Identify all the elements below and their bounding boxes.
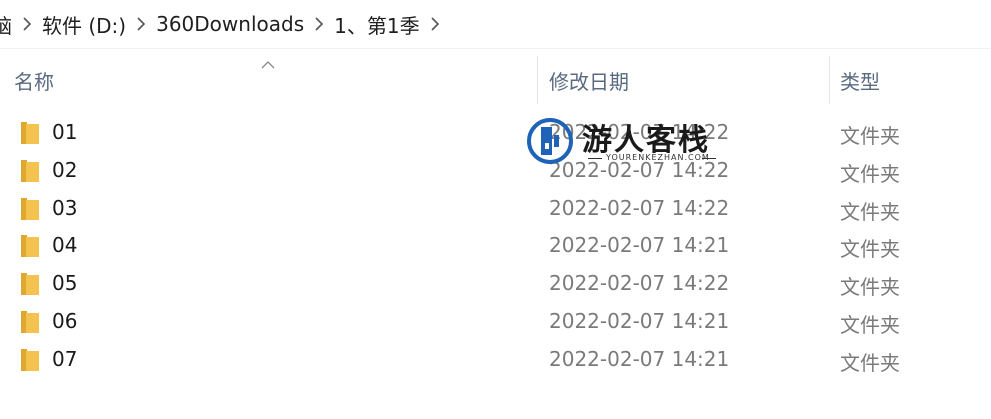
folder-icon: [21, 273, 39, 296]
sort-ascending-icon: [261, 54, 275, 73]
folder-icon: [21, 197, 39, 220]
watermark-rule: [588, 158, 602, 159]
modified-date: 2022-02-07 14:21: [549, 308, 730, 333]
file-name[interactable]: 02: [52, 158, 77, 182]
breadcrumb: 脑 软件 (D:) 360Downloads 1、第1季: [0, 0, 991, 49]
table-row[interactable]: 05 2022-02-07 14:22 文件夹: [0, 265, 991, 303]
file-name[interactable]: 03: [52, 196, 77, 220]
file-type: 文件夹: [840, 237, 900, 262]
table-row[interactable]: 06 2022-02-07 14:21 文件夹: [0, 303, 991, 341]
chevron-right-icon[interactable]: [308, 17, 330, 31]
file-type: 文件夹: [840, 275, 900, 300]
column-header-type[interactable]: 类型: [840, 66, 880, 95]
folder-icon: [21, 310, 39, 333]
table-row[interactable]: 02 2022-02-07 14:22 文件夹: [0, 152, 991, 190]
file-type: 文件夹: [840, 350, 900, 375]
column-header-name[interactable]: 名称: [14, 66, 54, 95]
file-type: 文件夹: [840, 124, 900, 148]
file-type: 文件夹: [840, 199, 900, 224]
file-name[interactable]: 04: [52, 233, 77, 257]
file-type: 文件夹: [840, 161, 900, 186]
breadcrumb-item-folder[interactable]: 360Downloads: [152, 10, 308, 38]
file-list: 01 2022-02-07 14:22 文件夹 02 2022-02-07 14…: [0, 114, 991, 379]
file-name[interactable]: 07: [52, 347, 77, 371]
column-divider[interactable]: [537, 56, 538, 104]
table-row[interactable]: 07 2022-02-07 14:21 文件夹: [0, 341, 991, 379]
modified-date: 2022-02-07 14:22: [549, 195, 730, 220]
file-explorer-window: 脑 软件 (D:) 360Downloads 1、第1季 名称 修改日期 类型: [0, 0, 991, 419]
watermark-logo-icon: [527, 118, 573, 164]
chevron-right-icon[interactable]: [424, 17, 446, 31]
modified-date: 2022-02-07 14:22: [549, 271, 730, 296]
breadcrumb-item-computer[interactable]: 脑: [0, 8, 16, 41]
folder-icon: [21, 159, 39, 182]
chevron-right-icon[interactable]: [16, 17, 38, 31]
table-row[interactable]: 04 2022-02-07 14:21 文件夹: [0, 227, 991, 265]
modified-date: 2022-02-07 14:21: [549, 233, 730, 258]
file-name[interactable]: 01: [52, 120, 77, 144]
watermark: 游人客栈 YOURENKEZHAN.COM: [526, 115, 726, 170]
column-header-date[interactable]: 修改日期: [549, 66, 629, 95]
folder-icon: [21, 235, 39, 258]
file-name[interactable]: 06: [52, 309, 77, 333]
modified-date: 2022-02-07 14:21: [549, 346, 730, 371]
chevron-right-icon[interactable]: [130, 17, 152, 31]
table-row[interactable]: 01 2022-02-07 14:22 文件夹: [0, 114, 991, 152]
table-row[interactable]: 03 2022-02-07 14:22 文件夹: [0, 190, 991, 228]
watermark-rule: [702, 158, 716, 159]
folder-icon: [21, 122, 39, 144]
breadcrumb-item-drive[interactable]: 软件 (D:): [38, 8, 130, 41]
file-type: 文件夹: [840, 312, 900, 337]
column-divider[interactable]: [829, 56, 830, 104]
breadcrumb-item-current[interactable]: 1、第1季: [330, 8, 423, 41]
file-name[interactable]: 05: [52, 271, 77, 295]
column-headers: 名称 修改日期 类型: [0, 52, 991, 108]
watermark-subtitle: YOURENKEZHAN.COM: [606, 153, 710, 162]
folder-icon: [21, 348, 39, 371]
